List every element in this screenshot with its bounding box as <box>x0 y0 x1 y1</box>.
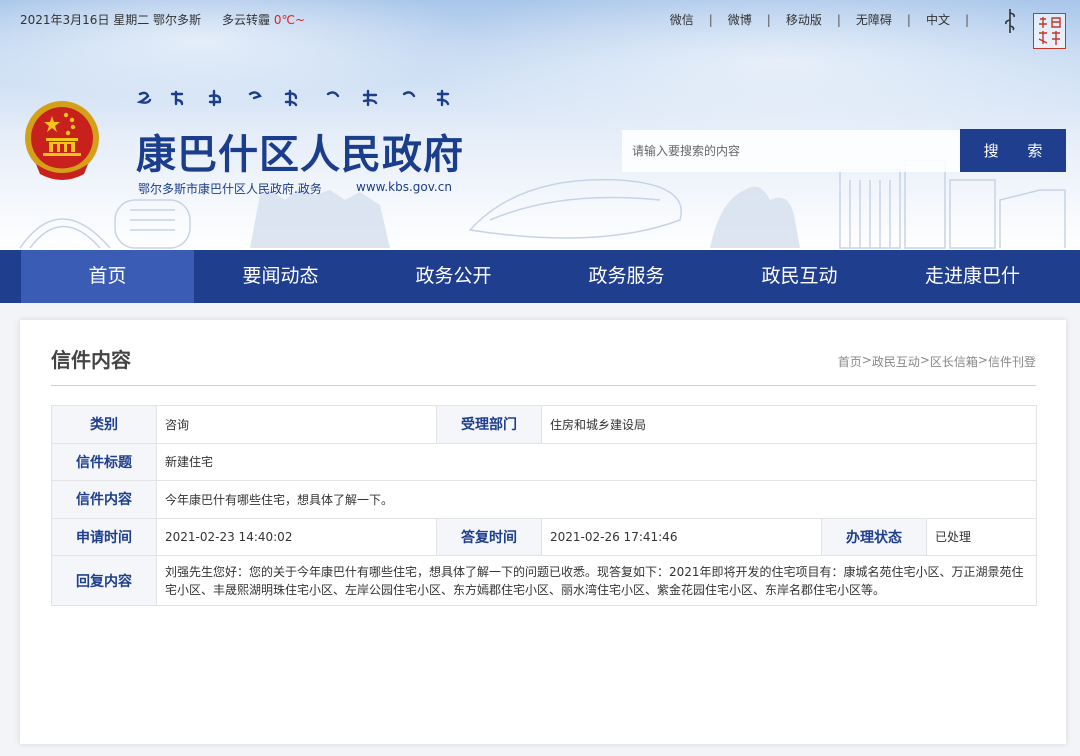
apply-time-value: 2021-02-23 14:40:02 <box>156 517 437 556</box>
separator: | <box>906 12 911 27</box>
breadcrumb-current: 信件刊登 <box>987 355 1036 369</box>
separator: | <box>964 12 969 27</box>
table-row: 回复内容 刘强先生您好：您的关于今年康巴什有哪些住宅，想具体了解一下的问题已收悉… <box>51 555 1037 606</box>
body-label: 信件内容 <box>51 480 157 519</box>
top-links: 微信 | 微博 | 移动版 | 无障碍 | 中文 | <box>670 11 984 28</box>
department-label: 受理部门 <box>436 405 542 444</box>
reply-time-value: 2021-02-26 17:41:46 <box>541 517 822 556</box>
site-url: www.kbs.gov.cn <box>356 180 452 194</box>
subject-value: 新建住宅 <box>156 442 1037 481</box>
breadcrumb-separator: > <box>919 353 930 367</box>
breadcrumb-home[interactable]: 首页 <box>838 353 862 370</box>
nav-item-home[interactable]: 首页 <box>21 250 194 303</box>
table-row: 类别 咨询 受理部门 住房和城乡建设局 <box>51 405 1037 444</box>
category-label: 类别 <box>51 405 157 444</box>
link-chinese[interactable]: 中文 <box>926 11 950 28</box>
body-value: 今年康巴什有哪些住宅，想具体了解一下。 <box>156 480 1037 519</box>
page-title: 信件内容 <box>51 348 131 372</box>
status-value: 已处理 <box>926 517 1037 556</box>
table-row: 信件内容 今年康巴什有哪些住宅，想具体了解一下。 <box>51 480 1037 519</box>
nav-item-gov-services[interactable]: 政务服务 <box>540 250 713 303</box>
separator: | <box>836 12 841 27</box>
nav-item-interaction[interactable]: 政民互动 <box>713 250 886 303</box>
temperature: 0℃~ <box>273 13 306 27</box>
weather-info: 多云转霾 0℃~ <box>222 11 305 28</box>
separator: | <box>708 12 713 27</box>
site-header: 2021年3月16日 星期二 鄂尔多斯 多云转霾 0℃~ 微信 | 微博 | 移… <box>0 0 1080 250</box>
letter-details-table: 类别 咨询 受理部门 住房和城乡建设局 信件标题 新建住宅 信件内容 今年康巴什… <box>51 405 1037 606</box>
breadcrumb-interaction[interactable]: 政民互动 <box>872 353 920 370</box>
nav-item-about-kangbashi[interactable]: 走进康巴什 <box>886 250 1059 303</box>
link-wechat[interactable]: 微信 <box>670 11 694 28</box>
top-bar: 2021年3月16日 星期二 鄂尔多斯 多云转霾 0℃~ 微信 | 微博 | 移… <box>0 0 1080 49</box>
apply-time-label: 申请时间 <box>51 517 157 556</box>
status-label: 办理状态 <box>821 517 927 556</box>
site-title: 康巴什区人民政府 <box>136 132 464 178</box>
separator: | <box>766 12 771 27</box>
link-accessibility[interactable]: 无障碍 <box>856 11 892 28</box>
seal-icon <box>1038 17 1061 45</box>
ordos-seal-logo <box>1033 13 1066 49</box>
letter-card: 信件内容 首页 > 政民互动 > 区长信箱 > 信件刊登 类别 咨询 受理部门 … <box>20 320 1066 744</box>
mongolian-language-icon[interactable] <box>1002 8 1018 34</box>
link-mobile[interactable]: 移动版 <box>786 11 822 28</box>
breadcrumb: 首页 > 政民互动 > 区长信箱 > 信件刊登 <box>838 353 1036 370</box>
site-subtitle: 鄂尔多斯市康巴什区人民政府.政务 <box>138 182 322 196</box>
breadcrumb-separator: > <box>977 353 988 367</box>
search-button[interactable]: 搜 索 <box>960 129 1066 172</box>
link-weibo[interactable]: 微博 <box>728 11 752 28</box>
nav-item-news[interactable]: 要闻动态 <box>194 250 367 303</box>
subject-label: 信件标题 <box>51 442 157 481</box>
city-name: 鄂尔多斯 <box>153 13 202 27</box>
reply-value: 刘强先生您好：您的关于今年康巴什有哪些住宅，想具体了解一下的问题已收悉。现答复如… <box>156 555 1037 606</box>
table-row: 信件标题 新建住宅 <box>51 442 1037 481</box>
breadcrumb-mailbox[interactable]: 区长信箱 <box>930 353 978 370</box>
category-value: 咨询 <box>156 405 437 444</box>
divider <box>51 385 1036 386</box>
table-row: 申请时间 2021-02-23 14:40:02 答复时间 2021-02-26… <box>51 517 1037 556</box>
national-emblem-icon <box>25 101 99 180</box>
current-date: 2021年3月16日 星期二 <box>20 13 150 27</box>
reply-label: 回复内容 <box>51 555 157 606</box>
search-input[interactable] <box>622 130 960 172</box>
reply-time-label: 答复时间 <box>436 517 542 556</box>
breadcrumb-separator: > <box>861 353 872 367</box>
nav-item-gov-affairs-open[interactable]: 政务公开 <box>367 250 540 303</box>
mongolian-title-icon <box>136 89 450 107</box>
main-nav: 首页 要闻动态 政务公开 政务服务 政民互动 走进康巴什 <box>0 250 1080 303</box>
weather-text: 多云转霾 <box>222 13 271 27</box>
department-value: 住房和城乡建设局 <box>541 405 1037 444</box>
